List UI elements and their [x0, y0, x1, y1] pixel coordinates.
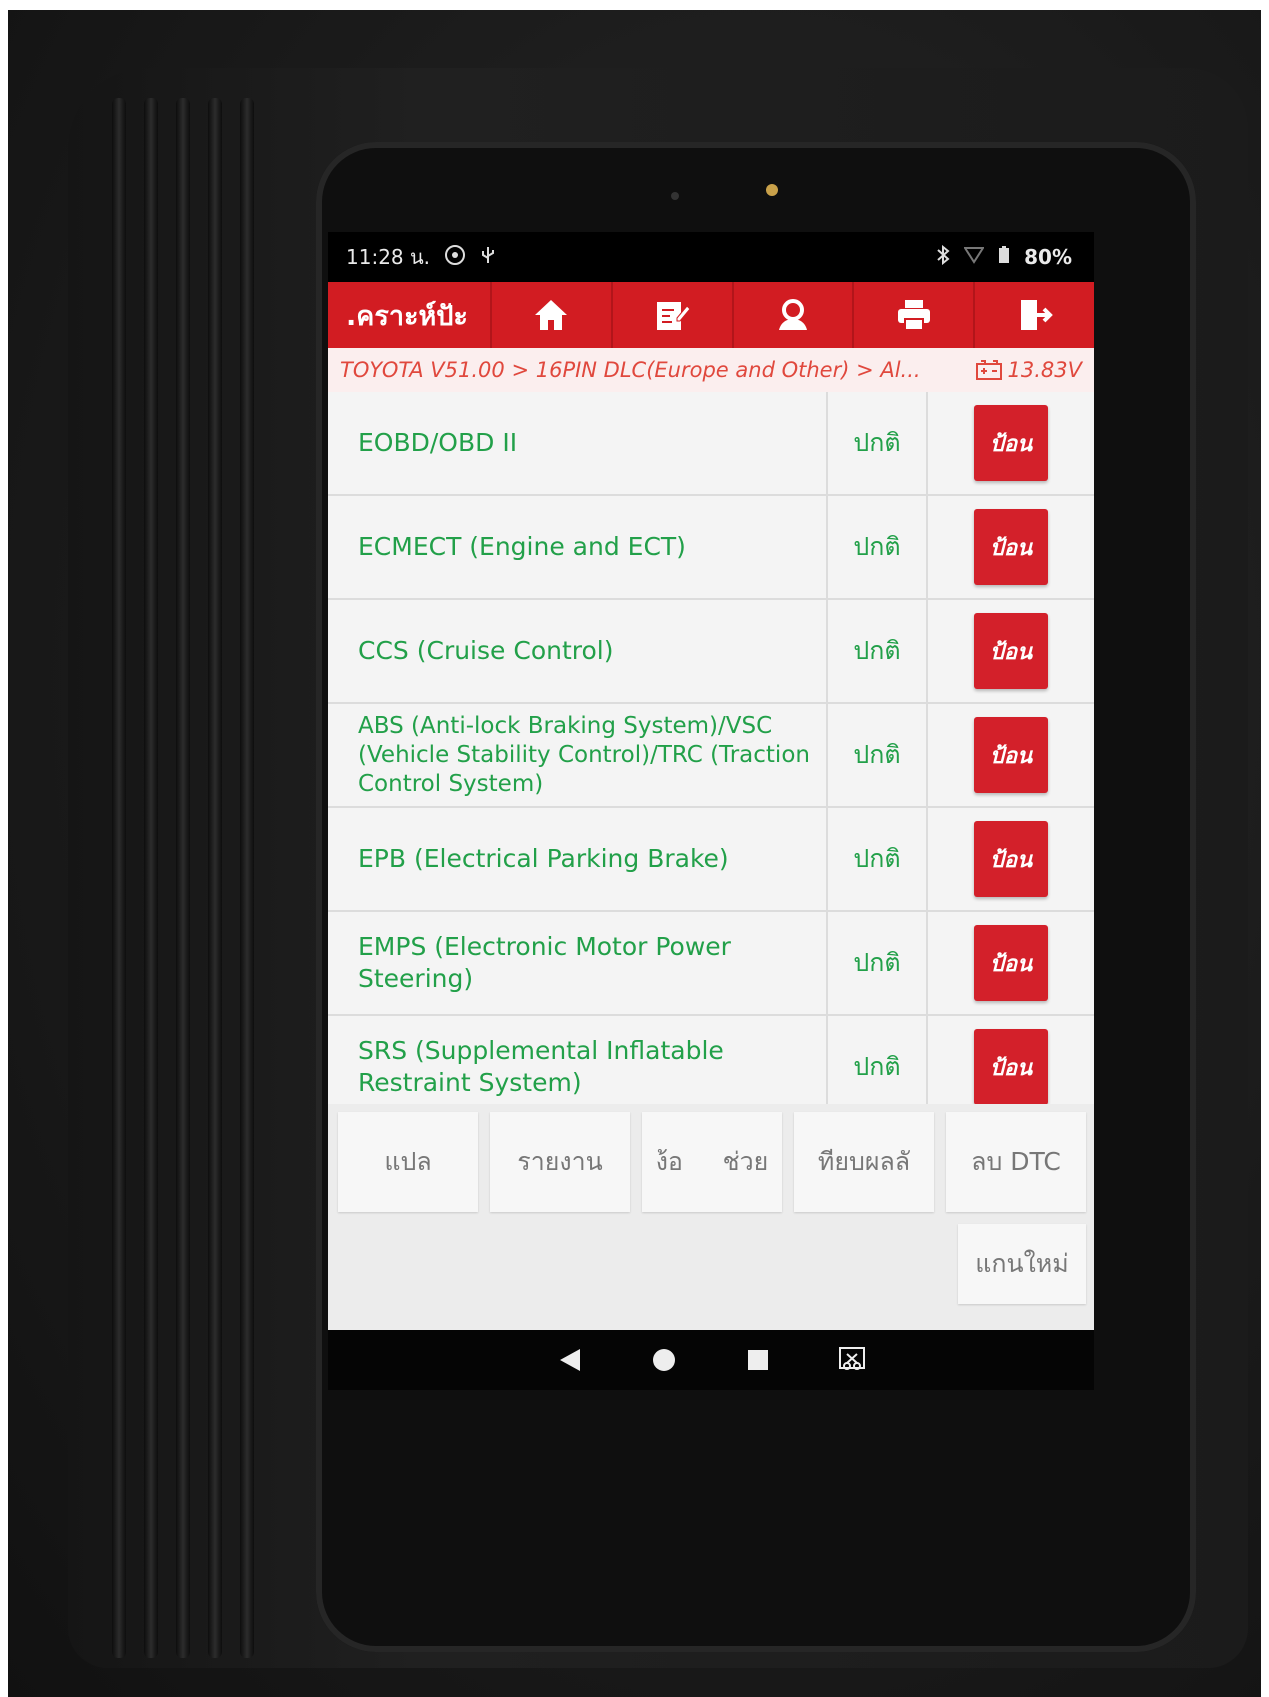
system-name: ECMECT (Engine and ECT) — [328, 496, 828, 598]
compare-results-button[interactable]: ทียบผลลั — [794, 1112, 934, 1212]
light-sensor-icon — [766, 184, 778, 196]
system-status: ปกติ — [828, 704, 928, 806]
system-name: SRS (Supplemental Inflatable Restraint S… — [328, 1016, 828, 1104]
bottom-action-bar: แปล รายงาน ง้อ ช่วย ทียบผลลั ลบ DTC แกนใ… — [328, 1104, 1094, 1330]
translate-button[interactable]: แปล — [338, 1112, 478, 1212]
exit-icon — [1020, 300, 1053, 330]
enter-button[interactable]: ป้อน — [974, 717, 1048, 793]
system-status: ปกติ — [828, 808, 928, 910]
status-time: 11:28 น. — [346, 245, 431, 269]
enter-button[interactable]: ป้อน — [974, 509, 1048, 585]
voltage-value: 13.83V — [1007, 358, 1082, 382]
home-button[interactable] — [490, 282, 611, 348]
back-icon[interactable] — [553, 1343, 587, 1377]
enter-button[interactable]: ป้อน — [974, 613, 1048, 689]
report-button[interactable]: รายงาน — [490, 1112, 630, 1212]
home-icon — [535, 300, 568, 330]
list-item: EPB (Electrical Parking Brake) ปกติ ป้อน — [328, 808, 1094, 912]
system-name: EOBD/OBD II — [328, 392, 828, 494]
enter-button[interactable]: ป้อน — [974, 1029, 1048, 1104]
system-status: ปกติ — [828, 600, 928, 702]
system-status: ปกติ — [828, 1016, 928, 1104]
system-status: ปกติ — [828, 392, 928, 494]
list-item: EMPS (Electronic Motor Power Steering) ป… — [328, 912, 1094, 1016]
enter-button[interactable]: ป้อน — [974, 821, 1048, 897]
android-status-bar: 11:28 น. 80% — [328, 232, 1094, 282]
system-name: EPB (Electrical Parking Brake) — [328, 808, 828, 910]
edit-report-button[interactable] — [610, 282, 732, 348]
breadcrumb: TOYOTA V51.00 > 16PIN DLC(Europe and Oth… — [328, 348, 1094, 392]
user-button[interactable] — [731, 282, 853, 348]
breadcrumb-path: TOYOTA V51.00 > 16PIN DLC(Europe and Oth… — [340, 358, 921, 382]
system-name: EMPS (Electronic Motor Power Steering) — [328, 912, 828, 1014]
app-title: .คราะห์ปัะ — [346, 300, 468, 332]
battery-level: 80% — [1024, 245, 1072, 269]
app-toolbar: .คราะห์ปัะ — [328, 282, 1094, 348]
list-item: ECMECT (Engine and ECT) ปกติ ป้อน — [328, 496, 1094, 600]
car-battery-icon — [975, 360, 1002, 380]
grip-ribs — [112, 98, 312, 1658]
front-camera-icon — [671, 192, 679, 200]
battery-icon — [998, 245, 1010, 269]
wifi-icon — [963, 245, 985, 269]
screenshot-icon[interactable] — [835, 1343, 869, 1377]
system-status: ปกติ — [828, 912, 928, 1014]
rescan-button[interactable]: แกนใหม่ — [958, 1224, 1086, 1304]
home-nav-icon[interactable] — [647, 1343, 681, 1377]
printer-icon — [897, 300, 930, 331]
list-item: EOBD/OBD II ปกติ ป้อน — [328, 392, 1094, 496]
list-item: ABS (Anti-lock Braking System)/VSC (Vehi… — [328, 704, 1094, 808]
list-item: SRS (Supplemental Inflatable Restraint S… — [328, 1016, 1094, 1104]
tablet-screen: 11:28 น. 80% .คราะห์ปัะ TOYOTA V51.00 > … — [328, 232, 1094, 1390]
enter-button[interactable]: ป้อน — [974, 925, 1048, 1001]
settings-status-icon — [444, 244, 466, 271]
list-item: CCS (Cruise Control) ปกติ ป้อน — [328, 600, 1094, 704]
user-icon — [778, 299, 807, 330]
clear-dtc-button[interactable]: ลบ DTC — [946, 1112, 1086, 1212]
exit-button[interactable] — [973, 282, 1094, 348]
bluetooth-icon — [936, 244, 950, 270]
edit-report-icon — [657, 302, 691, 330]
system-status: ปกติ — [828, 496, 928, 598]
system-list: EOBD/OBD II ปกติ ป้อน ECMECT (Engine and… — [328, 392, 1094, 1104]
system-name: CCS (Cruise Control) — [328, 600, 828, 702]
recent-apps-icon[interactable] — [741, 1343, 775, 1377]
voltage-indicator: 13.83V — [975, 358, 1082, 382]
enter-button[interactable]: ป้อน — [974, 405, 1048, 481]
android-nav-bar — [328, 1330, 1094, 1390]
print-button[interactable] — [852, 282, 973, 348]
help-button[interactable]: ง้อ ช่วย — [642, 1112, 782, 1212]
usb-icon — [480, 245, 496, 270]
system-name: ABS (Anti-lock Braking System)/VSC (Vehi… — [328, 704, 828, 806]
